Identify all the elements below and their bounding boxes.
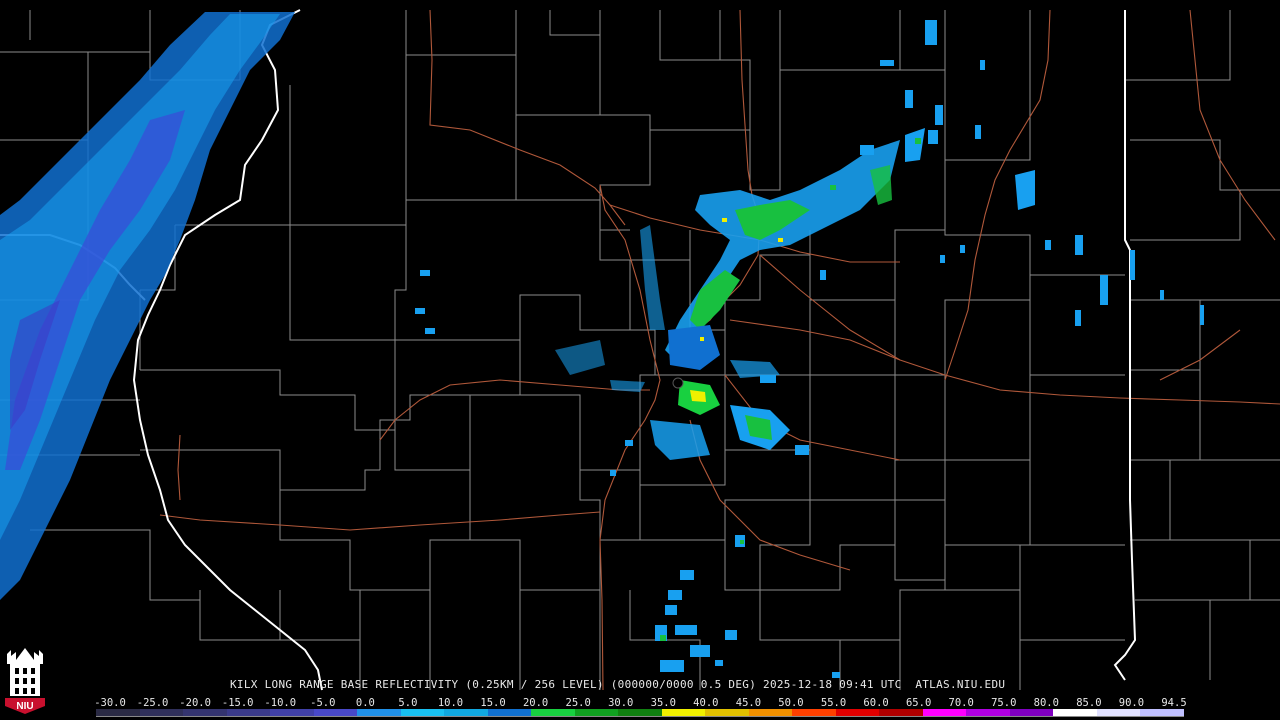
scale-tick-label: 60.0 xyxy=(863,697,889,709)
precip-band-west xyxy=(0,12,295,600)
highway-lines xyxy=(159,9,1280,691)
scale-color-swatch xyxy=(1009,709,1054,716)
scale-tick-label: 30.0 xyxy=(608,697,634,709)
scale-tick-label: 55.0 xyxy=(820,697,847,709)
scale-tick-label: 85.0 xyxy=(1076,697,1102,709)
scale-color-swatch xyxy=(313,709,358,716)
scale-color-swatch xyxy=(1053,709,1097,716)
scale-color-swatch xyxy=(879,709,923,716)
radar-site-marker xyxy=(672,377,684,389)
scale-color-swatch xyxy=(444,709,488,716)
scale-tick-label: 45.0 xyxy=(735,697,762,709)
scale-color-swatch xyxy=(792,709,836,716)
scale-tick-label: 0.0 xyxy=(355,697,375,709)
scale-tick-label: 5.0 xyxy=(398,697,418,709)
scale-color-swatch xyxy=(183,709,227,716)
scale-color-swatch xyxy=(531,709,575,716)
scale-color-swatch xyxy=(922,709,967,716)
scale-color-swatch xyxy=(661,709,706,716)
scale-color-swatch xyxy=(487,709,532,716)
scale-tick-label: 20.0 xyxy=(522,697,549,709)
scale-tick-label: 10.0 xyxy=(437,697,464,709)
scale-color-swatch xyxy=(139,709,184,716)
scale-tick-label: 50.0 xyxy=(778,697,804,709)
scale-color-swatch xyxy=(270,709,314,716)
scale-tick-label: -5.0 xyxy=(310,697,336,709)
scale-color-swatch xyxy=(835,709,880,716)
scale-tick-label: -10.0 xyxy=(264,697,297,709)
scale-tick-label: -25.0 xyxy=(136,697,169,709)
color-scale-labels: -30.0 -25.0 -20.0 -15.0 -10.0 -5.0 0.0 5.0 10.0 1… xyxy=(94,697,1188,709)
logo-text: NIU xyxy=(16,701,33,712)
scale-tick-label: 94.5 xyxy=(1161,697,1187,709)
scale-color-swatch xyxy=(748,709,793,716)
niu-logo: NIU xyxy=(3,646,47,716)
scale-color-swatch xyxy=(1140,709,1184,716)
precip-cluster-central xyxy=(555,128,1035,460)
scale-tick-label: 90.0 xyxy=(1118,697,1145,709)
scale-tick-label: -20.0 xyxy=(179,697,211,709)
scale-color-swatch xyxy=(1096,709,1141,716)
scale-color-swatch xyxy=(966,709,1010,716)
radar-map xyxy=(0,9,1280,691)
scale-tick-label: 80.0 xyxy=(1033,697,1059,709)
scale-tick-label: 40.0 xyxy=(693,697,719,709)
scale-color-swatch xyxy=(357,709,401,716)
scale-color-swatch xyxy=(618,709,662,716)
scale-tick-label: 70.0 xyxy=(948,697,974,709)
scale-color-swatch xyxy=(705,709,749,716)
scale-tick-label: 65.0 xyxy=(905,697,932,709)
color-scale-bar xyxy=(96,709,1184,717)
product-title: KILX LONG RANGE BASE REFLECTIVITY (0.25K… xyxy=(230,678,1006,691)
scale-tick-label: 75.0 xyxy=(991,697,1017,709)
scale-tick-label: 15.0 xyxy=(480,697,506,709)
scale-color-swatch xyxy=(96,709,140,716)
scale-tick-label: 35.0 xyxy=(650,697,676,709)
scale-color-swatch xyxy=(400,709,445,716)
scale-tick-label: 25.0 xyxy=(565,697,591,709)
scale-color-swatch xyxy=(574,709,619,716)
scale-tick-label: -30.0 xyxy=(94,697,126,709)
scale-tick-label: -15.0 xyxy=(221,697,254,709)
scale-color-swatch xyxy=(226,709,271,716)
